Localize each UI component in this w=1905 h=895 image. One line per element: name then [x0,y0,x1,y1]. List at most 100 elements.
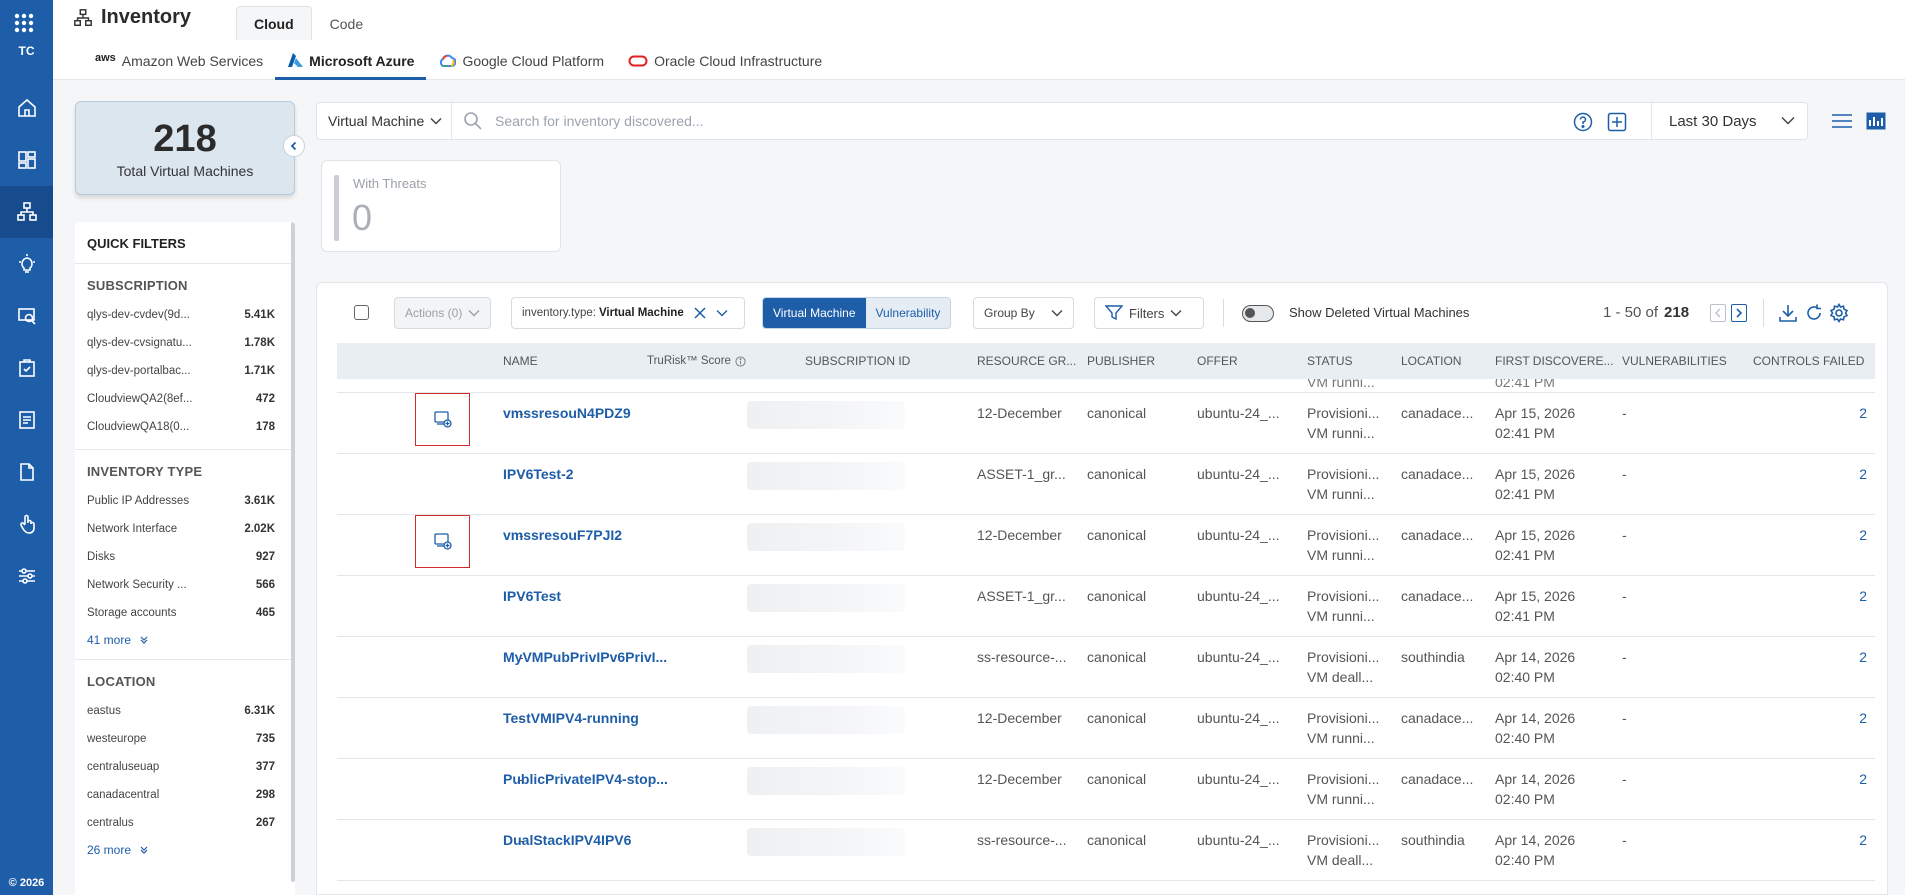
vm-name-link[interactable]: MyVMPubPrivIPv6PrivI... [503,647,673,667]
vm-scale-set-badge[interactable] [415,393,470,446]
column-header-first-discovered[interactable]: FIRST DISCOVERE... [1495,343,1613,379]
search-input[interactable]: Search for inventory discovered... [328,103,704,139]
controls-failed-link[interactable]: 2 [1837,464,1867,484]
column-header-trurisk[interactable]: TruRisk™ Score [647,343,746,379]
table-row[interactable]: IPV6Test - ASSET-1_gr... canonical ubuntu-24… [337,576,1875,637]
table-body: VM runni... 02:41 PM vmssresouN4PDZ9-12-… [337,379,1875,894]
table-header: NAME TruRisk™ Score SUBSCRIPTION ID RESO… [337,343,1875,379]
show-more-link[interactable]: 26 more [75,837,295,869]
group-by-button[interactable]: Group By [973,297,1074,329]
filter-item[interactable]: centralus 267 [75,809,295,837]
segment-vulnerability[interactable]: Vulnerability [866,298,951,328]
filter-item[interactable]: qlys-dev-cvdev(9d... 5.41K [75,301,295,329]
select-all-checkbox[interactable] [354,305,369,320]
show-deleted-toggle[interactable] [1242,305,1274,322]
nav-documents[interactable] [0,446,53,498]
nav-asset-search[interactable] [0,290,53,342]
controls-failed-link[interactable]: 2 [1837,830,1867,850]
vm-name-link[interactable]: IPV6Test-2 [503,464,673,484]
filter-item[interactable]: Network Security ... 566 [75,571,295,599]
nav-inventory[interactable] [0,186,53,238]
add-query-icon[interactable] [1607,112,1627,132]
column-header-location[interactable]: LOCATION [1401,343,1461,379]
filter-chip[interactable]: inventory.type: Virtual Machine [511,297,745,329]
collapse-panel-button[interactable] [283,135,305,157]
filter-item[interactable]: qlys-dev-portalbac... 1.71K [75,357,295,385]
vm-name-link[interactable]: vmssresouN4PDZ9 [503,403,673,423]
apps-grid-icon[interactable] [13,12,35,34]
table-row[interactable]: TestVMIPV4-running -12-December canonical u… [337,698,1875,759]
table-row[interactable]: PublicPrivateIPV4-stop... -12-December can… [337,759,1875,820]
controls-failed-link[interactable]: 2 [1837,525,1867,545]
vm-scale-set-badge[interactable] [415,515,470,568]
column-header-resource-group[interactable]: RESOURCE GR... [977,343,1076,379]
controls-failed-link[interactable]: 2 [1837,647,1867,667]
column-header-status[interactable]: STATUS [1307,343,1353,379]
refresh-icon[interactable] [1804,303,1824,323]
nav-reports[interactable] [0,394,53,446]
filter-item[interactable]: qlys-dev-cvsignatu... 1.78K [75,329,295,357]
filter-item[interactable]: Storage accounts 465 [75,599,295,627]
previous-page-button[interactable] [1710,304,1726,322]
with-threats-card[interactable]: With Threats 0 [321,160,561,252]
nav-insights[interactable] [0,238,53,290]
controls-failed-link[interactable]: 2 [1837,769,1867,789]
settings-gear-icon[interactable] [1829,303,1849,323]
quick-filters-scrollbar[interactable] [291,222,295,882]
table-row[interactable]: vmssresouF7PJI2-12-December canonical ubun… [337,515,1875,576]
controls-failed-link[interactable]: 2 [1837,403,1867,423]
nav-dashboard[interactable] [0,134,53,186]
controls-failed-link[interactable]: 2 [1837,708,1867,728]
chart-view-icon[interactable] [1866,112,1886,130]
chevron-down-icon[interactable] [716,309,728,317]
help-icon[interactable] [1573,112,1593,132]
filter-item[interactable]: eastus 6.31K [75,697,295,725]
close-icon[interactable] [694,307,706,319]
nav-touch[interactable] [0,498,53,550]
filter-count: 566 [255,579,275,591]
filter-item[interactable]: westeurope 735 [75,725,295,753]
filter-item[interactable]: Disks 927 [75,543,295,571]
filters-button[interactable]: Filters [1094,297,1204,329]
controls-failed-link[interactable]: 2 [1837,586,1867,606]
filter-item[interactable]: Network Interface 2.02K [75,515,295,543]
provider-tab-oracle[interactable]: Oracle Cloud Infrastructure [616,44,834,80]
filter-item[interactable]: centraluseuap 377 [75,753,295,781]
table-row[interactable]: MyVMPubPrivIPv6PrivI... - ss-resource-... c… [337,637,1875,698]
column-header-controls-failed[interactable]: CONTROLS FAILED [1753,343,1864,379]
provider-tab-aws[interactable]: aws Amazon Web Services [83,44,275,80]
vm-name-link[interactable]: vmssresouF7PJI2 [503,525,673,545]
table-row[interactable]: DualStackIPV4IPV6- ss-resource-... canonic… [337,820,1875,881]
vm-name-link[interactable]: TestVMIPV4-running [503,708,673,728]
vm-name-link[interactable]: IPV6Test [503,586,673,606]
show-more-link[interactable]: 41 more [75,627,295,659]
table-row[interactable]: vmssresouN4PDZ9-12-December canonical ubun… [337,393,1875,454]
nav-home[interactable] [0,82,53,134]
nav-settings[interactable] [0,550,53,602]
tab-code[interactable]: Code [312,6,381,40]
column-header-name[interactable]: NAME [503,343,538,379]
date-range-select[interactable]: Last 30 Days [1651,103,1809,139]
column-header-vulnerabilities[interactable]: VULNERABILITIES [1622,343,1727,379]
column-header-subscription-id[interactable]: SUBSCRIPTION ID [805,343,910,379]
list-view-icon[interactable] [1831,113,1853,129]
filter-item[interactable]: canadacentral 298 [75,781,295,809]
filter-item[interactable]: CloudviewQA2(8ef... 472 [75,385,295,413]
column-header-offer[interactable]: OFFER [1197,343,1238,379]
next-page-button[interactable] [1731,304,1747,322]
double-chevron-down-icon [140,846,148,854]
tab-cloud[interactable]: Cloud [236,6,312,40]
column-header-publisher[interactable]: PUBLISHER [1087,343,1155,379]
provider-tab-azure[interactable]: Microsoft Azure [275,44,427,80]
nav-security[interactable] [0,342,53,394]
segment-virtual-machine[interactable]: Virtual Machine [763,298,866,328]
vm-name-link[interactable]: PublicPrivateIPV4-stop... [503,769,673,789]
actions-button[interactable]: Actions (0) [394,297,492,329]
vm-name-link[interactable]: DualStackIPV4IPV6 [503,830,673,850]
filter-item[interactable]: CloudviewQA18(0... 178 [75,413,295,441]
provider-tab-gcp[interactable]: Google Cloud Platform [426,44,616,80]
filter-item[interactable]: Public IP Addresses 3.61K [75,487,295,515]
download-icon[interactable] [1778,303,1798,323]
table-row[interactable]: IPV6Test-2- ASSET-1_gr... canonical ubuntu-… [337,454,1875,515]
copyright: © 2026 [8,877,45,889]
